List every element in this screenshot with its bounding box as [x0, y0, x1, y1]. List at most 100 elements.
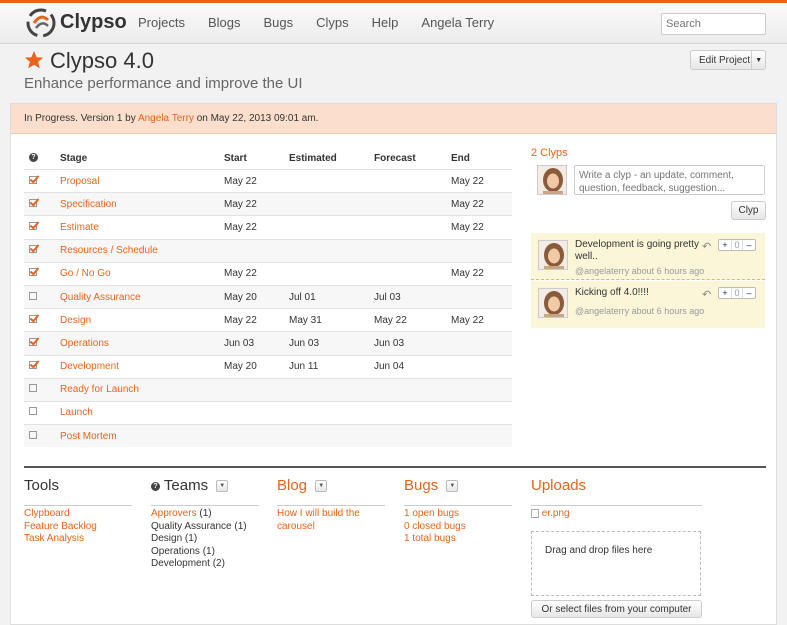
clyp-item: Development is going pretty well.. @ange…	[531, 233, 765, 280]
reply-icon[interactable]: ↶	[702, 240, 711, 253]
clypso-logo-icon[interactable]	[26, 8, 56, 38]
stage-link[interactable]: Design	[60, 315, 224, 326]
bugs-title[interactable]: Bugs	[404, 477, 438, 494]
stage-link[interactable]: Operations	[60, 338, 224, 349]
tool-link-feature-backlog[interactable]: Feature Backlog	[24, 521, 97, 534]
forecast-date: Jul 03	[374, 291, 401, 303]
checked-checkbox-icon[interactable]	[29, 221, 37, 230]
unchecked-checkbox-icon[interactable]	[29, 430, 37, 439]
nav-user[interactable]: Angela Terry	[421, 15, 494, 30]
checked-checkbox-icon[interactable]	[29, 314, 37, 323]
help-icon[interactable]: ?	[29, 153, 38, 163]
forecast-date: May 22	[374, 314, 407, 326]
teams-menu-caret-icon[interactable]: ▼	[216, 480, 229, 493]
bugs-open-link[interactable]: 1 open bugs	[404, 508, 466, 521]
edit-project-label[interactable]: Edit Project	[691, 55, 751, 66]
main-nav: Projects Blogs Bugs Clyps Help Angela Te…	[138, 15, 517, 30]
team-name[interactable]: Development	[151, 558, 210, 569]
tool-link-clypboard[interactable]: Clypboard	[24, 508, 97, 521]
table-row: Go / No Go May 22 May 22	[24, 261, 512, 285]
teams-title: Teams	[163, 477, 209, 494]
team-item: Development (2)	[151, 558, 247, 571]
clyp-submit-button[interactable]: Clyp	[731, 201, 766, 220]
clyp-meta: @angelaterry about 6 hours ago	[575, 266, 705, 276]
estimated-date: Jun 03	[289, 337, 320, 349]
teams-rule	[151, 505, 259, 506]
blog-rule	[277, 505, 385, 506]
upvote-button[interactable]: +	[719, 240, 731, 250]
stage-link[interactable]: Go / No Go	[60, 268, 224, 279]
checked-checkbox-icon[interactable]	[29, 175, 37, 184]
caret-down-icon[interactable]: ▼	[751, 51, 765, 69]
nav-bugs[interactable]: Bugs	[264, 15, 294, 30]
table-row: Quality Assurance May 20 Jul 01 Jul 03	[24, 284, 512, 309]
blog-list: How I will build the carousel	[277, 508, 372, 533]
help-icon[interactable]: ?	[151, 481, 160, 491]
unchecked-checkbox-icon[interactable]	[29, 384, 37, 393]
checked-checkbox-icon[interactable]	[29, 337, 37, 346]
unchecked-checkbox-icon[interactable]	[29, 291, 37, 300]
team-link-approvers[interactable]: Approvers	[151, 508, 197, 519]
clyps-count[interactable]: 2 Clyps	[531, 147, 568, 159]
stage-link[interactable]: Resources / Schedule	[60, 245, 224, 256]
team-name[interactable]: Operations	[151, 546, 200, 557]
start-date: May 22	[224, 175, 257, 187]
avatar	[537, 165, 567, 195]
search-input[interactable]	[661, 13, 766, 35]
edit-project-button[interactable]: Edit Project ▼	[690, 50, 766, 70]
select-files-button[interactable]: Or select files from your computer	[531, 600, 702, 618]
nav-blogs[interactable]: Blogs	[208, 15, 241, 30]
team-count: (1)	[184, 533, 198, 544]
blog-title[interactable]: Blog	[277, 477, 307, 494]
col-end: End	[451, 152, 470, 164]
status-user-link[interactable]: Angela Terry	[138, 113, 194, 124]
team-item: Design (1)	[151, 533, 247, 546]
nav-clyps[interactable]: Clyps	[316, 15, 349, 30]
checked-checkbox-icon[interactable]	[29, 245, 37, 254]
table-row: Ready for Launch	[24, 377, 512, 401]
brand-name[interactable]: Clypso	[60, 11, 127, 34]
blog-post-link[interactable]: How I will build the carousel	[277, 508, 372, 533]
start-date: May 20	[224, 361, 257, 373]
clyp-textarea[interactable]	[574, 165, 765, 195]
team-item: Operations (1)	[151, 546, 247, 559]
checked-checkbox-icon[interactable]	[29, 198, 37, 207]
team-name[interactable]: Quality Assurance	[151, 521, 232, 532]
stage-link[interactable]: Development	[60, 361, 224, 372]
stage-link[interactable]: Launch	[60, 407, 224, 418]
end-date: May 22	[451, 314, 484, 326]
vote-count: 0	[731, 288, 743, 298]
teams-list: Approvers (1) Quality Assurance (1) Desi…	[151, 508, 247, 571]
upvote-button[interactable]: +	[719, 288, 731, 298]
favorite-star-icon[interactable]	[24, 50, 44, 70]
stage-link[interactable]: Post Mortem	[60, 431, 224, 442]
stages-header-row: ? Stage Start Estimated Forecast End	[24, 147, 512, 169]
blog-menu-caret-icon[interactable]: ▼	[315, 480, 328, 493]
stage-link[interactable]: Ready for Launch	[60, 384, 224, 395]
team-count: (1)	[202, 545, 215, 557]
stage-link[interactable]: Proposal	[60, 176, 224, 187]
nav-help[interactable]: Help	[372, 15, 399, 30]
stage-link[interactable]: Specification	[60, 199, 224, 210]
downvote-button[interactable]: –	[743, 288, 755, 298]
checked-checkbox-icon[interactable]	[29, 268, 37, 277]
downvote-button[interactable]: –	[743, 240, 755, 250]
col-estimated: Estimated	[289, 152, 337, 164]
bugs-list: 1 open bugs 0 closed bugs 1 total bugs	[404, 508, 466, 546]
bugs-total-link[interactable]: 1 total bugs	[404, 533, 466, 546]
stage-link[interactable]: Quality Assurance	[60, 292, 224, 303]
unchecked-checkbox-icon[interactable]	[29, 407, 37, 416]
tool-link-task-analysis[interactable]: Task Analysis	[24, 533, 97, 546]
bugs-closed-link[interactable]: 0 closed bugs	[404, 521, 466, 534]
blog-heading: Blog ▼	[277, 477, 328, 494]
nav-projects[interactable]: Projects	[138, 15, 185, 30]
stage-link[interactable]: Estimate	[60, 222, 224, 233]
reply-icon[interactable]: ↶	[702, 288, 711, 301]
file-dropzone[interactable]: Drag and drop files here	[531, 531, 701, 596]
checked-checkbox-icon[interactable]	[29, 361, 37, 370]
team-name[interactable]: Design	[151, 533, 182, 544]
tools-list: Clypboard Feature Backlog Task Analysis	[24, 508, 97, 546]
forecast-date: Jun 03	[374, 337, 405, 349]
uploaded-file-link[interactable]: er.png	[542, 508, 570, 519]
bugs-menu-caret-icon[interactable]: ▼	[446, 480, 459, 493]
